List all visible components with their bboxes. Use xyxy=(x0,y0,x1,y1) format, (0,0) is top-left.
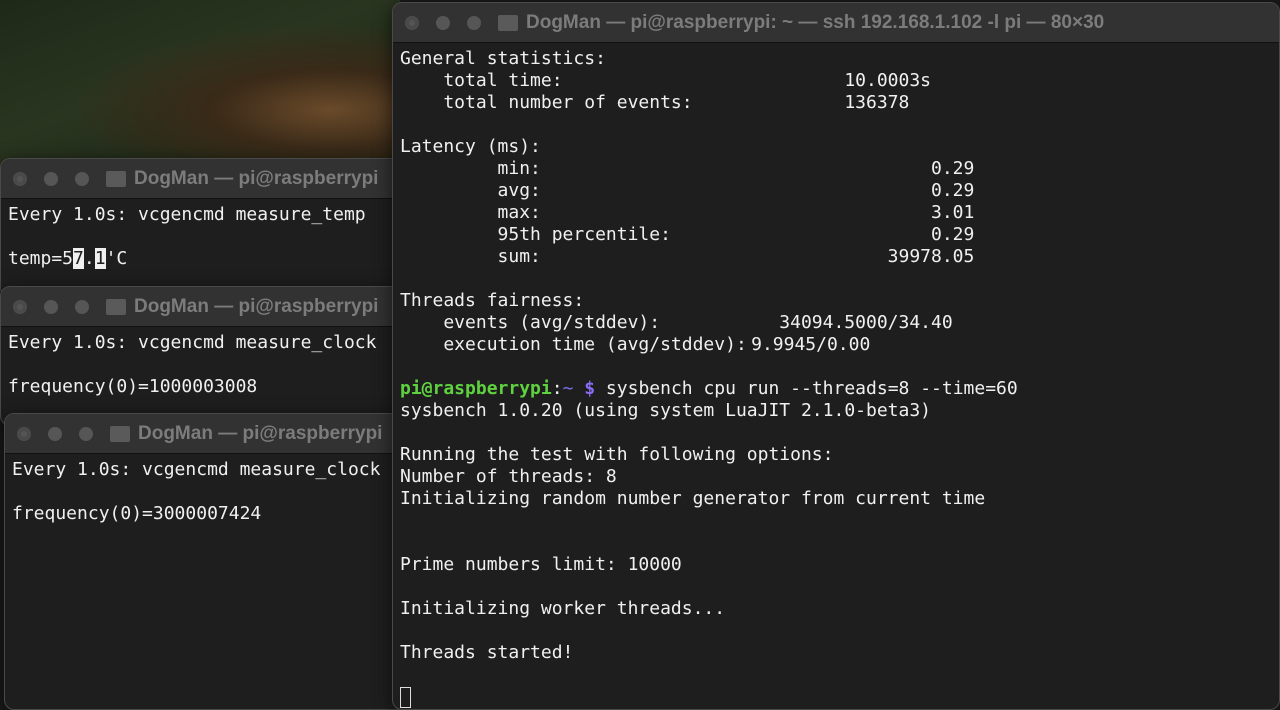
terminal-window-clock-2[interactable]: DogMan — pi@raspberrypi Every 1.0s: vcge… xyxy=(4,413,424,710)
stat-row: total number of events: 136378 xyxy=(400,92,910,113)
general-heading: General statistics: xyxy=(400,48,606,69)
output-line: sysbench 1.0.20 (using system LuaJIT 2.1… xyxy=(400,400,932,421)
close-button[interactable] xyxy=(405,15,419,30)
zoom-button[interactable] xyxy=(467,15,481,30)
stat-row: execution time (avg/stddev): 9.9945/0.00 xyxy=(400,334,871,355)
zoom-button[interactable] xyxy=(75,171,89,186)
output-line: Prime numbers limit: 10000 xyxy=(400,554,682,575)
close-button[interactable] xyxy=(17,426,31,441)
shell-prompt: pi@raspberrypi:~ $ sysbench cpu run --th… xyxy=(400,378,1018,399)
watch-header: Every 1.0s: vcgencmd measure_temp xyxy=(8,204,366,225)
folder-icon xyxy=(106,298,126,315)
stat-row: avg: 0.29 xyxy=(400,180,975,201)
title-bar[interactable]: DogMan — pi@raspberrypi: ~ — ssh 192.168… xyxy=(393,3,1279,43)
title-bar[interactable]: DogMan — pi@raspberrypi xyxy=(1,159,419,199)
zoom-button[interactable] xyxy=(75,299,89,314)
watch-header: Every 1.0s: vcgencmd measure_clock xyxy=(8,332,377,353)
title-bar[interactable]: DogMan — pi@raspberrypi xyxy=(1,287,419,327)
fairness-heading: Threads fairness: xyxy=(400,290,585,311)
minimize-button[interactable] xyxy=(44,171,58,186)
window-title: DogMan — pi@raspberrypi xyxy=(134,295,379,317)
stat-row: 95th percentile: 0.29 xyxy=(400,224,975,245)
terminal-window-temp[interactable]: DogMan — pi@raspberrypi Every 1.0s: vcge… xyxy=(0,158,420,298)
close-button[interactable] xyxy=(13,299,27,314)
folder-icon xyxy=(110,425,130,442)
terminal-content[interactable]: Every 1.0s: vcgencmd measure_temp temp=5… xyxy=(1,199,419,270)
temp-output: temp=57.1'C xyxy=(8,248,128,269)
clock-output: frequency(0)=3000007424 xyxy=(12,503,262,524)
output-line: Initializing worker threads... xyxy=(400,598,726,619)
output-line: Threads started! xyxy=(400,642,574,663)
terminal-cursor xyxy=(400,686,411,708)
clock-output: frequency(0)=1000003008 xyxy=(8,376,258,397)
terminal-window-clock-1[interactable]: DogMan — pi@raspberrypi Every 1.0s: vcge… xyxy=(0,286,420,426)
minimize-button[interactable] xyxy=(48,426,62,441)
window-title: DogMan — pi@raspberrypi: ~ — ssh 192.168… xyxy=(526,11,1105,33)
watch-header: Every 1.0s: vcgencmd measure_clock xyxy=(12,459,381,480)
title-bar[interactable]: DogMan — pi@raspberrypi xyxy=(5,414,423,454)
terminal-content[interactable]: Every 1.0s: vcgencmd measure_clock frequ… xyxy=(5,454,423,525)
stat-row: total time: 10.0003s xyxy=(400,70,932,91)
minimize-button[interactable] xyxy=(436,15,450,30)
latency-heading: Latency (ms): xyxy=(400,136,541,157)
stat-row: max: 3.01 xyxy=(400,202,975,223)
window-title: DogMan — pi@raspberrypi xyxy=(134,167,379,189)
output-line: Initializing random number generator fro… xyxy=(400,488,986,509)
window-title: DogMan — pi@raspberrypi xyxy=(138,422,383,444)
folder-icon xyxy=(498,14,518,31)
stat-row: events (avg/stddev): 34094.5000/34.40 xyxy=(400,312,953,333)
close-button[interactable] xyxy=(13,171,27,186)
stat-row: sum: 39978.05 xyxy=(400,246,975,267)
command: sysbench cpu run --threads=8 --time=60 xyxy=(595,378,1018,399)
terminal-content[interactable]: General statistics: total time: 10.0003s … xyxy=(393,43,1279,708)
minimize-button[interactable] xyxy=(44,299,58,314)
output-line: Running the test with following options: xyxy=(400,444,834,465)
folder-icon xyxy=(106,170,126,187)
terminal-window-main[interactable]: DogMan — pi@raspberrypi: ~ — ssh 192.168… xyxy=(392,2,1280,710)
stat-row: min: 0.29 xyxy=(400,158,975,179)
zoom-button[interactable] xyxy=(79,426,93,441)
terminal-content[interactable]: Every 1.0s: vcgencmd measure_clock frequ… xyxy=(1,327,419,398)
output-line: Number of threads: 8 xyxy=(400,466,617,487)
